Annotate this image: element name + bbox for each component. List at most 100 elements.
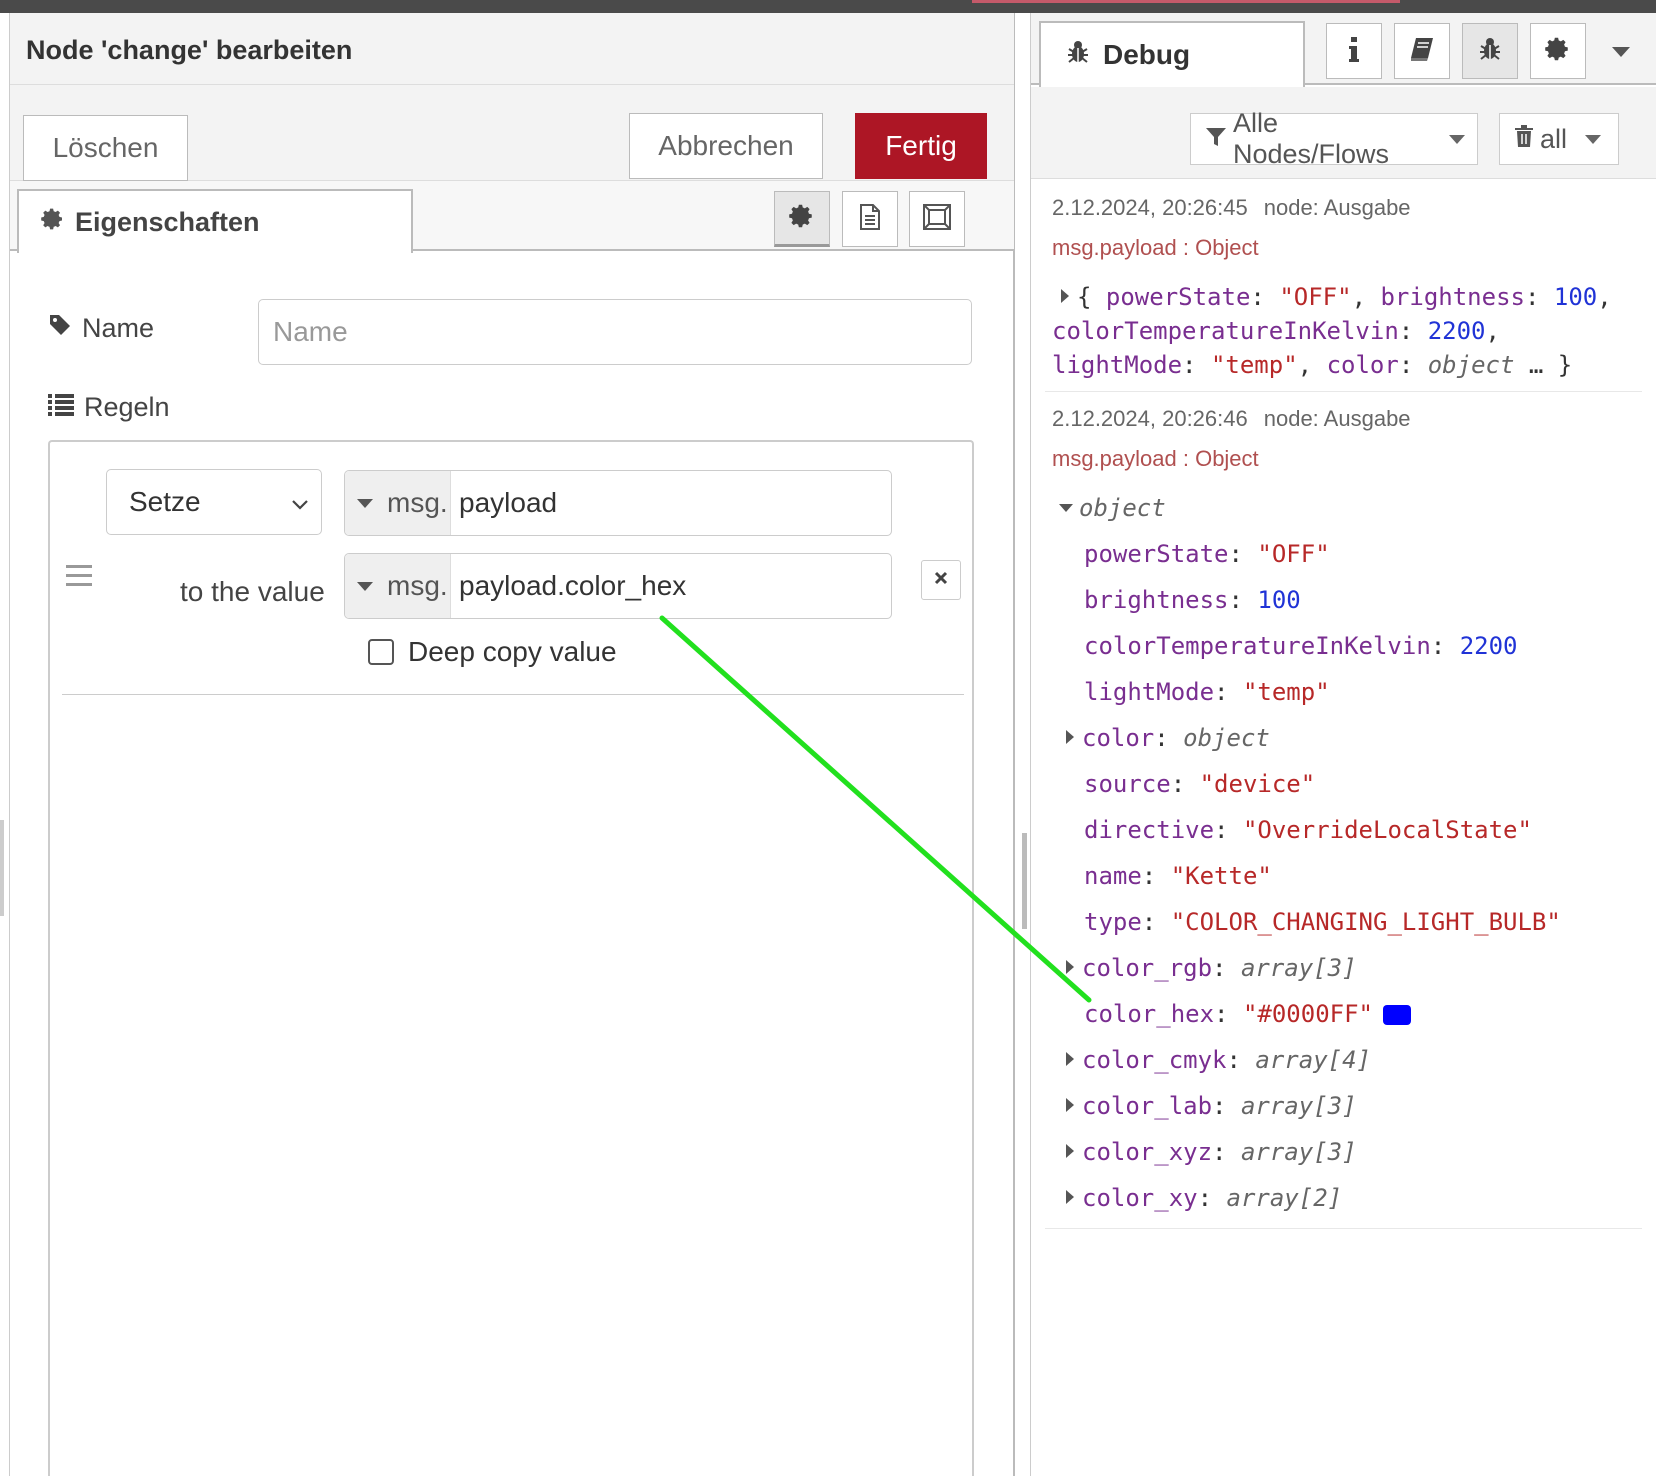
message-meta: 2.12.2024, 20:26:46 node: Ausgabe	[1052, 406, 1411, 432]
filter-icon	[1205, 124, 1233, 155]
bug-icon	[1477, 36, 1503, 67]
top-strip	[0, 0, 1656, 13]
rule-action-value: Setze	[129, 486, 201, 517]
sidebar-tabs: Debug	[1031, 13, 1656, 87]
expand-arrow-icon[interactable]	[1066, 1190, 1074, 1204]
property-row[interactable]: color: object	[1066, 724, 1270, 752]
appearance-tab-button[interactable]	[909, 191, 965, 247]
splitter-grip[interactable]	[1022, 833, 1027, 929]
deep-copy-label: Deep copy value	[408, 636, 617, 667]
expand-arrow-icon[interactable]	[1066, 730, 1074, 744]
left-edge-grip[interactable]	[0, 820, 4, 916]
tag-icon	[48, 313, 82, 344]
message-timestamp: 2.12.2024, 20:26:46	[1052, 406, 1248, 431]
gear-tab-button[interactable]	[774, 191, 830, 247]
rule-divider	[62, 694, 964, 695]
done-button[interactable]: Fertig	[855, 113, 987, 179]
remove-rule-button[interactable]	[921, 560, 961, 600]
caret-down-icon	[1449, 134, 1465, 144]
debug-sidebar: Debug Alle Nodes/Flows all 2.12.2024, 20…	[1031, 13, 1656, 1476]
node-filter-label: Alle Nodes/Flows	[1233, 108, 1390, 169]
delete-button[interactable]: Löschen	[23, 115, 188, 181]
gear-icon	[41, 207, 65, 238]
property-row[interactable]: color_xy: array[2]	[1066, 1184, 1342, 1212]
help-tab-button[interactable]	[1394, 23, 1450, 79]
description-icon	[857, 203, 883, 236]
debug-messages: 2.12.2024, 20:26:45 node: Ausgabe msg.pay…	[1045, 179, 1642, 1229]
panel-splitter[interactable]	[1019, 13, 1031, 1476]
rules-label: Regeln	[48, 392, 170, 423]
config-tab-button[interactable]	[1530, 23, 1586, 79]
drag-handle-icon[interactable]	[66, 565, 92, 592]
editor-header: Node 'change' bearbeiten	[10, 13, 1014, 85]
property-row: colorTemperatureInKelvin: 2200	[1084, 632, 1518, 660]
name-label-text: Name	[82, 313, 155, 343]
color-swatch	[1383, 1005, 1411, 1025]
property-row[interactable]: color_lab: array[3]	[1066, 1092, 1357, 1120]
collapsed-object-line: colorTemperatureInKelvin: 2200,	[1052, 317, 1500, 345]
tab-debug-label: Debug	[1103, 39, 1191, 70]
info-tab-button[interactable]	[1326, 23, 1382, 79]
clear-messages-dropdown[interactable]: all	[1499, 113, 1619, 165]
caret-down-icon	[1585, 134, 1602, 144]
caret-down-icon	[357, 581, 373, 591]
message-timestamp: 2.12.2024, 20:26:45	[1052, 195, 1248, 220]
trash-icon	[1514, 124, 1540, 155]
description-tab-button[interactable]	[842, 191, 898, 247]
tab-debug[interactable]: Debug	[1039, 21, 1305, 87]
appearance-icon	[922, 203, 952, 236]
rule-source-field[interactable]: msg. payload.color_hex	[344, 553, 892, 619]
editor-tabs: Eigenschaften	[10, 181, 1014, 253]
property-row: directive: "OverrideLocalState"	[1084, 816, 1532, 844]
cancel-button[interactable]: Abbrechen	[629, 113, 823, 179]
message-node[interactable]: node: Ausgabe	[1264, 406, 1411, 431]
object-root-toggle[interactable]: object	[1059, 494, 1166, 522]
tab-properties[interactable]: Eigenschaften	[17, 189, 413, 253]
property-row[interactable]: color_xyz: array[3]	[1066, 1138, 1357, 1166]
rule-target-field[interactable]: msg. payload	[344, 470, 892, 536]
message-node[interactable]: node: Ausgabe	[1264, 195, 1411, 220]
name-input[interactable]: Name	[258, 299, 972, 365]
gear-icon	[1545, 36, 1571, 67]
expand-arrow-icon[interactable]	[1061, 289, 1069, 303]
sidebar-menu-caret-icon[interactable]	[1612, 47, 1630, 57]
property-row: source: "device"	[1084, 770, 1316, 798]
expand-arrow-icon[interactable]	[1066, 1052, 1074, 1066]
deep-copy-checkbox[interactable]	[368, 639, 394, 665]
info-icon	[1348, 36, 1360, 67]
target-value[interactable]: payload	[451, 487, 557, 519]
expand-arrow-icon[interactable]	[1066, 1144, 1074, 1158]
rule-action-select[interactable]: Setze	[106, 469, 322, 535]
close-icon	[934, 571, 948, 590]
deep-copy-option[interactable]: Deep copy value	[368, 636, 617, 668]
property-row: lightMode: "temp"	[1084, 678, 1330, 706]
property-row[interactable]: color_cmyk: array[4]	[1066, 1046, 1371, 1074]
list-icon	[48, 392, 84, 423]
app-window: Node 'change' bearbeiten Löschen Abbrech…	[0, 0, 1656, 1476]
source-type-selector[interactable]: msg.	[345, 554, 451, 618]
editor-title: Node 'change' bearbeiten	[26, 35, 353, 65]
property-row: brightness: 100	[1084, 586, 1301, 614]
expand-arrow-icon[interactable]	[1066, 1098, 1074, 1112]
to-value-label: to the value	[180, 576, 325, 607]
source-prefix: msg.	[387, 570, 448, 601]
bug-icon	[1065, 39, 1103, 72]
property-row[interactable]: color_rgb: array[3]	[1066, 954, 1357, 982]
gear-icon	[789, 203, 815, 234]
chevron-down-icon	[291, 486, 309, 518]
clear-label: all	[1540, 123, 1568, 154]
debug-tab-button[interactable]	[1462, 23, 1518, 79]
property-row-color-hex: color_hex: "#0000FF"	[1084, 1000, 1411, 1028]
rules-label-text: Regeln	[84, 392, 170, 422]
name-label: Name	[48, 313, 154, 344]
source-value[interactable]: payload.color_hex	[451, 570, 686, 602]
property-row: type: "COLOR_CHANGING_LIGHT_BULB"	[1084, 908, 1561, 936]
tab-properties-label: Eigenschaften	[75, 206, 260, 237]
target-type-selector[interactable]: msg.	[345, 471, 451, 535]
top-strip-accent	[972, 0, 1400, 3]
message-meta: 2.12.2024, 20:26:45 node: Ausgabe	[1052, 195, 1411, 221]
collapse-arrow-icon[interactable]	[1059, 504, 1073, 512]
expand-arrow-icon[interactable]	[1066, 960, 1074, 974]
collapsed-object-line[interactable]: { powerState: "OFF", brightness: 100,	[1061, 283, 1612, 311]
node-filter-dropdown[interactable]: Alle Nodes/Flows	[1190, 108, 1478, 169]
